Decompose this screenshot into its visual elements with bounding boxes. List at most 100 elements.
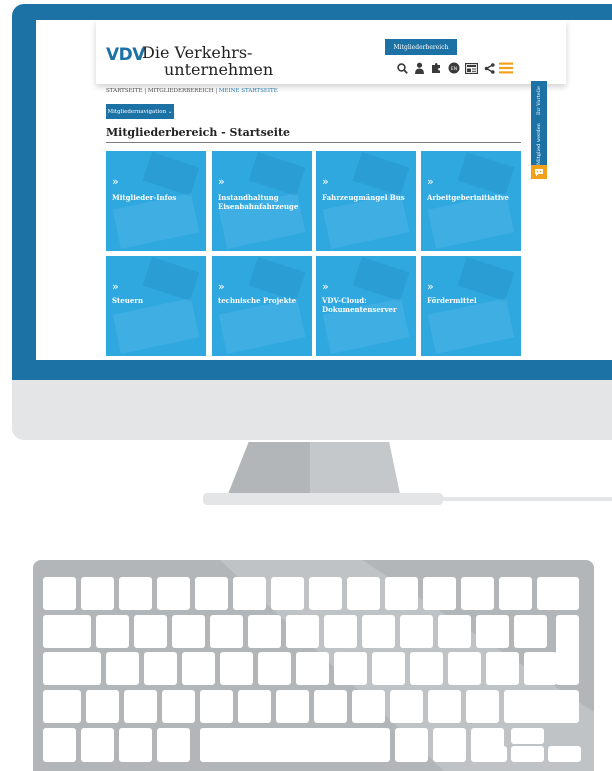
tile-image [248, 152, 306, 196]
keyboard-key [466, 690, 499, 723]
keyboard-key [200, 728, 390, 762]
keyboard-key [352, 690, 385, 723]
search-icon[interactable] [394, 60, 410, 76]
title-divider [106, 142, 521, 143]
keyboard-key [385, 577, 418, 610]
page-title: Mitgliederbereich - Startseite [106, 126, 291, 139]
tile-image [427, 298, 515, 354]
tile-technische-projekte[interactable]: » technische Projekte [212, 256, 312, 356]
tile-arbeitgeberinitiative[interactable]: » Arbeitgeberinitiative [421, 151, 521, 251]
tile-label: Arbeitgeberinitiative [427, 193, 509, 202]
member-navigation-button[interactable]: Mitgliedernavigation ⌄ [106, 104, 174, 119]
side-tab-join[interactable]: Mitglied werden [531, 122, 547, 166]
keyboard-key [428, 690, 461, 723]
puzzle-icon[interactable] [428, 60, 444, 76]
keyboard-key [347, 577, 380, 610]
keyboard-key [286, 615, 319, 648]
menu-icon[interactable] [498, 60, 514, 76]
keyboard-key [448, 652, 481, 685]
tile-label: Steuern [112, 296, 144, 305]
keyboard-key [157, 577, 190, 610]
keyboard-key [119, 577, 152, 610]
keyboard-key [556, 615, 579, 685]
keyboard-key [410, 652, 443, 685]
side-tab-benefits[interactable]: Ihr Vorteile [531, 83, 547, 119]
keyboard-key [548, 746, 581, 762]
tile-instandhaltung[interactable]: » Instandhaltung Eisenbahnfahrzeuge [212, 151, 312, 251]
tile-mitglieder-infos[interactable]: » Mitglieder-Infos [106, 151, 206, 251]
member-area-button[interactable]: Mitgliederbereich [385, 39, 457, 55]
keyboard-key [461, 577, 494, 610]
user-icon[interactable] [411, 60, 427, 76]
breadcrumb-member-area[interactable]: MITGLIEDERBEREICH [148, 88, 214, 94]
keyboard-key [81, 577, 114, 610]
keyboard-key [124, 690, 157, 723]
breadcrumb-current[interactable]: MEINE STARTSEITE [219, 88, 278, 94]
keyboard-key [296, 652, 329, 685]
keyboard-key [433, 728, 466, 762]
tile-image [218, 298, 306, 354]
keyboard-key [210, 615, 243, 648]
logo-name-line2[interactable]: unternehmen [164, 60, 273, 79]
chevron-right-icon: » [322, 280, 329, 293]
keyboard-key [195, 577, 228, 610]
keyboard-key [157, 728, 190, 762]
keyboard-key [511, 746, 544, 762]
tile-label: technische Projekte [218, 296, 297, 305]
tile-label: Instandhaltung Eisenbahnfahrzeuge [218, 193, 299, 211]
keyboard-key [248, 615, 281, 648]
monitor-stand-highlight [310, 442, 400, 494]
keyboard-key [334, 652, 367, 685]
breadcrumb-separator: | [215, 88, 218, 94]
tile-image [112, 298, 200, 354]
keyboard-key [486, 652, 519, 685]
keyboard-key [537, 577, 579, 610]
logo-abbrev[interactable]: VDV [106, 45, 145, 65]
chat-icon[interactable] [531, 165, 547, 179]
language-icon[interactable]: EN [446, 60, 462, 76]
svg-text:EN: EN [451, 66, 457, 72]
keyboard-key [372, 652, 405, 685]
keyboard-key [96, 615, 129, 648]
monitor-stand-base [203, 493, 443, 505]
keyboard-key [395, 728, 428, 762]
keyboard-key [504, 690, 579, 723]
tile-fahrzeugmaengel-bus[interactable]: » Fahrzeugmängel Bus [316, 151, 416, 251]
keyboard-key [106, 652, 139, 685]
chevron-right-icon: » [427, 175, 434, 188]
tile-vdv-cloud[interactable]: » VDV-Cloud: Dokumentenserver [316, 256, 416, 356]
keyboard-key [511, 728, 544, 744]
tile-image [142, 257, 200, 301]
keyboard-key [400, 615, 433, 648]
keyboard-key [524, 652, 557, 685]
keyboard-key [43, 652, 101, 685]
keyboard-key [200, 690, 233, 723]
keyboard-key [182, 652, 215, 685]
breadcrumb-home[interactable]: STARTSEITE [106, 88, 142, 94]
keyboard-key [144, 652, 177, 685]
tile-image [457, 152, 515, 196]
breadcrumb-separator: | [144, 88, 147, 94]
keyboard-key [314, 690, 347, 723]
keyboard-key [238, 690, 271, 723]
keyboard-key [172, 615, 205, 648]
tile-steuern[interactable]: » Steuern [106, 256, 206, 356]
keyboard-key [134, 615, 167, 648]
keyboard-key [324, 615, 357, 648]
side-tab[interactable]: Ihr Vorteile Mitglied werden [531, 81, 547, 177]
keyboard-key [438, 615, 471, 648]
breadcrumb: STARTSEITE | MITGLIEDERBEREICH | MEINE S… [106, 88, 278, 94]
keyboard-key [43, 690, 81, 723]
chevron-right-icon: » [218, 280, 225, 293]
tile-label: Fahrzeugmängel Bus [322, 193, 405, 202]
keyboard-key [362, 615, 395, 648]
tile-foerdermittel[interactable]: » Fördermittel [421, 256, 521, 356]
tile-label: Fördermittel [427, 296, 477, 305]
tile-image [142, 152, 200, 196]
chevron-right-icon: » [112, 280, 119, 293]
share-icon[interactable] [481, 60, 497, 76]
chevron-right-icon: » [218, 175, 225, 188]
tile-image [352, 152, 410, 196]
newsletter-icon[interactable] [463, 60, 479, 76]
keyboard-key [499, 577, 532, 610]
